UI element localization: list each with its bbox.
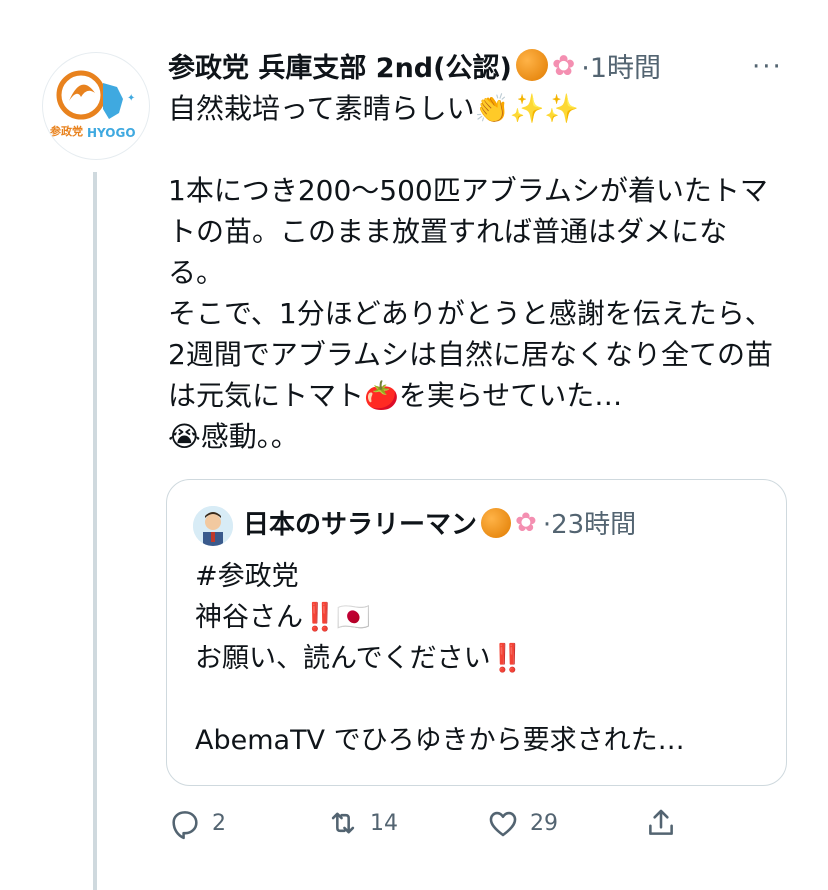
avatar-label: 参政党 xyxy=(50,124,83,138)
like-icon xyxy=(489,811,517,837)
share-button[interactable] xyxy=(644,806,678,840)
orange-circle-icon xyxy=(481,507,512,538)
reply-button[interactable]: 2 xyxy=(168,806,226,840)
more-icon[interactable]: ··· xyxy=(752,52,783,82)
avatar-sub: HYOGO xyxy=(87,126,136,140)
sparkle-decor: ✦ xyxy=(127,93,135,104)
tweet-header: 参政党 兵庫支部 2nd(公認) ✿ ·1時間 xyxy=(168,40,661,90)
retweet-button[interactable]: 14 xyxy=(326,806,398,840)
author-name[interactable]: 参政党 兵庫支部 2nd(公認) xyxy=(168,46,512,85)
like-count: 29 xyxy=(530,810,558,836)
retweet-icon xyxy=(331,812,355,834)
orange-circle-icon xyxy=(515,49,548,81)
share-icon xyxy=(649,809,673,835)
party-logo: 参政党 HYOGO ✦ xyxy=(50,70,136,140)
quote-avatar xyxy=(193,506,233,546)
tweet-time[interactable]: ·1時間 xyxy=(581,46,661,85)
quote-author-name: 日本のサラリーマン xyxy=(243,510,478,540)
quote-text: #参政党 神谷さん‼️🇯🇵 お願い、読んでください‼️ AbemaTV でひろゆ… xyxy=(195,561,685,756)
retweet-count: 14 xyxy=(370,810,398,836)
quote-header: 日本のサラリーマン ✿ ·23時間 xyxy=(243,504,636,541)
reply-count: 2 xyxy=(212,810,226,836)
quote-time: ·23時間 xyxy=(542,510,637,540)
author-avatar[interactable]: 参政党 HYOGO ✦ xyxy=(42,52,150,160)
quoted-tweet[interactable]: 日本のサラリーマン ✿ ·23時間 #参政党 神谷さん‼️🇯🇵 お願い、読んでく… xyxy=(166,479,787,786)
cherry-blossom-icon: ✿ xyxy=(515,507,537,538)
like-button[interactable]: 29 xyxy=(486,806,558,840)
reply-icon xyxy=(172,811,198,840)
tweet-text: 自然栽培って素晴らしい👏✨✨ 1本につき200〜500匹アブラムシが着いたトマト… xyxy=(168,92,773,453)
cherry-blossom-icon: ✿ xyxy=(551,48,576,82)
thread-line xyxy=(93,172,97,890)
